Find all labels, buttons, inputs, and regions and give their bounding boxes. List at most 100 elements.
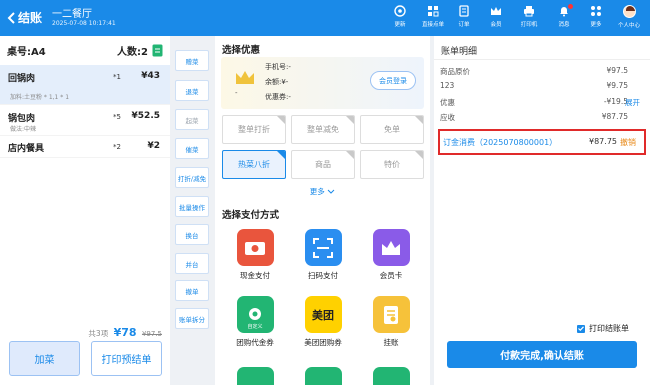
- payment-method-label: 现金支付: [240, 271, 270, 280]
- payment-method-meituan[interactable]: 美团 美团团购券: [292, 296, 354, 348]
- update-button[interactable]: 更新: [387, 5, 413, 28]
- messages-button[interactable]: 消息: [551, 4, 577, 28]
- payment-method-credit[interactable]: 挂账: [360, 296, 422, 348]
- user-center-button[interactable]: 个人中心: [614, 5, 644, 29]
- more-button[interactable]: 更多: [583, 5, 609, 28]
- bill-row: 商品原价 ¥97.5: [440, 66, 644, 78]
- item-name: 锅包肉: [8, 114, 36, 124]
- confirm-checkout-button[interactable]: 付款完成,确认结账: [447, 341, 637, 368]
- bill-row-label: 商品原价: [440, 67, 470, 76]
- item-options: 加料:土豆粉 * 1,1 * 1: [10, 94, 70, 101]
- split-bill-button[interactable]: 账单拆分: [175, 308, 209, 329]
- start-dish-button[interactable]: 起菜: [175, 109, 209, 130]
- discount-option-product[interactable]: 商品: [291, 150, 355, 179]
- item-qty: *2: [113, 143, 121, 151]
- discount-title: 选择优惠: [222, 45, 261, 56]
- member-balance: 余额:¥-: [265, 78, 289, 86]
- order-summary: 共3项 ¥78 ¥97.5: [0, 326, 170, 339]
- add-dish-button[interactable]: 加菜: [9, 341, 80, 376]
- item-count: 共3项: [88, 329, 109, 338]
- datetime: 2025-07-08 10:17:41: [52, 20, 116, 27]
- print-receipt-checkbox[interactable]: 打印结账单: [577, 323, 629, 334]
- discount-option-hot-dish[interactable]: 热菜八折: [222, 150, 286, 179]
- scan-icon: [304, 229, 342, 266]
- printer-button[interactable]: 打印机: [516, 5, 542, 28]
- shop-name: 一二餐厅: [52, 9, 92, 20]
- voucher-badge: 自定义: [247, 324, 263, 330]
- discount-option-whole-discount[interactable]: 整单打折: [222, 115, 286, 144]
- bill-row: 优惠 -¥19.5 展开: [440, 97, 644, 109]
- expand-discount-link[interactable]: 展开: [625, 97, 640, 108]
- payment-method-partial[interactable]: [237, 367, 274, 385]
- apps-icon: [591, 6, 601, 16]
- order-item[interactable]: 回锅肉 *1 ¥43 加料:土豆粉 * 1,1 * 1: [0, 65, 170, 105]
- merge-table-button[interactable]: 并台: [175, 253, 209, 274]
- messages-label: 消息: [558, 22, 570, 28]
- grid-icon: [428, 6, 439, 17]
- item-qty: *1: [113, 73, 121, 81]
- more-label: 更多: [590, 22, 602, 28]
- revoke-button[interactable]: 撤销: [620, 137, 636, 148]
- payment-method-partial[interactable]: [373, 367, 410, 385]
- item-price: ¥43: [141, 71, 160, 81]
- back-button[interactable]: 结账: [7, 9, 42, 26]
- member-button[interactable]: 会员: [483, 5, 509, 28]
- payment-method-member-card[interactable]: 会员卡: [360, 229, 422, 281]
- order-list-icon: [459, 5, 469, 17]
- discount-button[interactable]: 打折/减免: [175, 167, 209, 188]
- item-price: ¥2: [147, 141, 160, 151]
- payment-method-cash[interactable]: 现金支付: [224, 229, 286, 281]
- payment-method-voucher[interactable]: 自定义 团购代金券: [224, 296, 286, 348]
- change-table-button[interactable]: 换台: [175, 224, 209, 245]
- orders-button[interactable]: 订单: [451, 5, 477, 28]
- notification-dot: [568, 4, 573, 9]
- crown-icon: [236, 71, 254, 84]
- cash-icon: [236, 229, 274, 266]
- order-header: 桌号:A4 人数:2: [0, 36, 170, 65]
- deposit-payment-row: 订金消费（2025070800001） ¥87.75 撤销: [438, 129, 646, 155]
- more-discounts-link[interactable]: 更多: [215, 186, 430, 197]
- chevron-left-icon: [7, 11, 15, 24]
- deposit-value: ¥87.75: [589, 137, 617, 146]
- cancel-order-button[interactable]: 撤单: [175, 280, 209, 301]
- item-name: 回锅肉: [8, 74, 36, 84]
- user-center-label: 个人中心: [617, 23, 640, 29]
- checkbox-checked-icon: [577, 324, 585, 333]
- operations-column: 赠菜 退菜 起菜 催菜 打折/减免 批量操作 换台 并台 撤单 账单拆分: [171, 36, 211, 385]
- credit-icon: [372, 296, 410, 333]
- discount-payment-panel: 选择优惠 - 手机号:- 余额:¥- 优惠券:- 会员登录 整单打折 整单减免 …: [215, 36, 430, 385]
- order-item[interactable]: 店内餐具 *2 ¥2: [0, 136, 170, 158]
- order-item[interactable]: 锅包肉 *5 ¥52.5 做法:中辣: [0, 105, 170, 136]
- print-pre-bill-button[interactable]: 打印预结单: [91, 341, 162, 376]
- crown-icon: [491, 7, 501, 15]
- edit-icon[interactable]: [152, 44, 163, 57]
- payment-method-scan[interactable]: 扫码支付: [292, 229, 354, 281]
- top-bar: 结账 一二餐厅 2025-07-08 10:17:41 更新 直接点单 订单 会…: [0, 0, 650, 36]
- payment-method-label: 扫码支付: [308, 271, 338, 280]
- batch-operation-button[interactable]: 批量操作: [175, 196, 209, 217]
- back-label: 结账: [18, 11, 43, 25]
- scan-order-button[interactable]: 直接点单: [420, 5, 446, 28]
- bill-row-label: 应收: [440, 113, 455, 122]
- bill-title: 账单明细: [441, 47, 478, 57]
- order-total: ¥78: [113, 326, 137, 339]
- more-label: 更多: [309, 187, 325, 196]
- member-login-button[interactable]: 会员登录: [370, 71, 416, 90]
- payment-method-label: 会员卡: [379, 271, 403, 280]
- discount-option-free[interactable]: 免单: [360, 115, 424, 144]
- bill-row: 123 ¥9.75: [440, 81, 644, 93]
- bill-row-value: ¥9.75: [606, 81, 628, 90]
- voucher-icon: 自定义: [236, 296, 274, 333]
- discount-option-special[interactable]: 特价: [360, 150, 424, 179]
- gift-dish-button[interactable]: 赠菜: [175, 50, 209, 71]
- payment-method-partial[interactable]: [305, 367, 342, 385]
- printer-label: 打印机: [520, 22, 538, 28]
- rush-dish-button[interactable]: 催菜: [175, 138, 209, 159]
- item-qty: *5: [113, 113, 121, 121]
- bill-row-label: 123: [440, 81, 455, 90]
- member-card-icon: [372, 229, 410, 266]
- payment-title: 选择支付方式: [222, 210, 280, 221]
- return-dish-button[interactable]: 退菜: [175, 80, 209, 101]
- discount-option-whole-reduce[interactable]: 整单减免: [291, 115, 355, 144]
- bill-row: 应收 ¥87.75: [440, 112, 644, 124]
